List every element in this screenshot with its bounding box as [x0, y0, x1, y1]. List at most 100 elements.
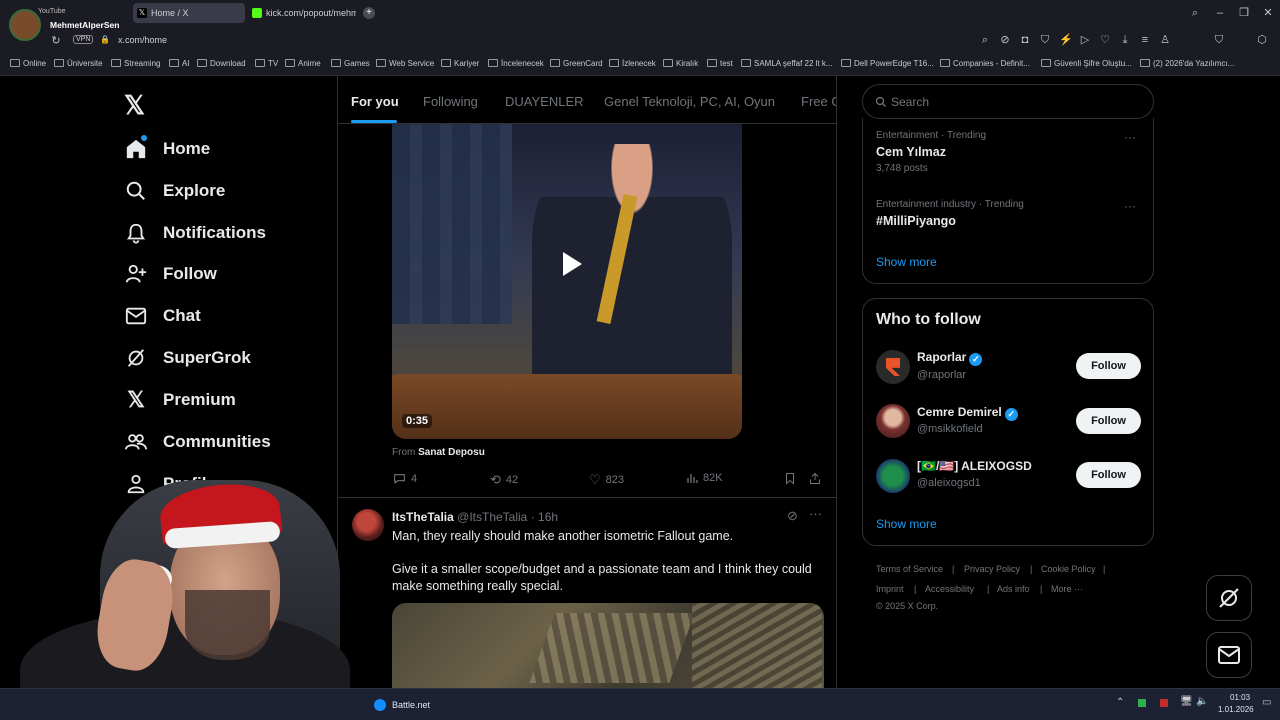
footer-more[interactable]: More ··· — [1051, 584, 1083, 594]
zoom-icon[interactable]: ⌕ — [979, 34, 991, 46]
search-tabs-icon[interactable]: ⌕ — [1189, 7, 1201, 19]
messages-fab[interactable] — [1206, 632, 1252, 678]
nav-home[interactable]: Home — [124, 134, 210, 164]
bookmark-games[interactable]: Games — [331, 59, 370, 68]
bookmark-companies[interactable]: Companies - Definit... — [940, 59, 1030, 68]
clock-date[interactable]: 1.01.2026 — [1218, 705, 1254, 714]
volume-icon[interactable]: 🔈 — [1196, 696, 1208, 707]
trend-item[interactable]: Entertainment · Trending Cem Yılmaz 3,74… — [876, 130, 1141, 180]
user-name[interactable]: Cemre Demirel ✓ — [917, 405, 1018, 421]
author-handle[interactable]: @ItsTheTalia — [457, 510, 527, 524]
bookmark-incelenecek[interactable]: İncelenecek — [488, 59, 544, 68]
camera-icon[interactable]: ◘ — [1019, 34, 1031, 46]
bookmark-ai[interactable]: AI — [169, 59, 190, 68]
bookmark-yazilimci[interactable]: (2) 2026'da Yazılımcı... — [1140, 59, 1234, 68]
follow-button[interactable]: Follow — [1076, 462, 1141, 488]
footer-terms[interactable]: Terms of Service — [876, 564, 943, 574]
bookmark-anime[interactable]: Anime — [285, 59, 321, 68]
post-image[interactable] — [392, 603, 824, 688]
user-name[interactable]: [🇧🇷/🇺🇸] ALEIXOGSD — [917, 459, 1032, 473]
video-player[interactable]: 0:35 — [392, 124, 742, 439]
tab-for-you[interactable]: For you — [351, 94, 399, 109]
tray-red-icon[interactable] — [1160, 699, 1168, 707]
bookmark-tv[interactable]: TV — [255, 59, 278, 68]
play-icon[interactable] — [552, 246, 588, 282]
nav-supergrok[interactable]: SuperGrok — [124, 343, 251, 373]
reply-button[interactable]: 4 — [393, 472, 417, 485]
nav-follow[interactable]: Follow — [124, 259, 217, 289]
tray-app-icon[interactable] — [1138, 699, 1146, 707]
bookmark-dell[interactable]: Dell PowerEdge T16... — [841, 59, 934, 68]
author-name[interactable]: ItsTheTalia — [392, 510, 454, 524]
bookmark-download[interactable]: Download — [197, 59, 246, 68]
search-box[interactable]: Search — [862, 84, 1154, 119]
bookmark-greencard[interactable]: GreenCard — [550, 59, 603, 68]
puzzle-icon[interactable]: ⬡ — [1256, 34, 1268, 46]
footer-imprint[interactable]: Imprint — [876, 584, 904, 594]
bookmark-samla[interactable]: SAMLA şeffaf 22 lt k... — [741, 59, 833, 68]
shield-icon[interactable]: ⛉ — [1039, 34, 1051, 46]
bookmark-universite[interactable]: Üniversite — [54, 59, 103, 68]
nav-explore[interactable]: Explore — [124, 176, 225, 206]
nav-chat[interactable]: Chat — [124, 301, 201, 331]
reload-icon[interactable]: ↻ — [50, 35, 62, 47]
bookmark-button[interactable] — [784, 472, 796, 485]
grok-fab[interactable] — [1206, 575, 1252, 621]
clock-time[interactable]: 01:03 — [1230, 693, 1250, 702]
trend-more-icon[interactable]: ··· — [1124, 130, 1136, 144]
tray-chevron-icon[interactable]: ⌃ — [1116, 697, 1124, 708]
bookmark-kariyer[interactable]: Kariyer — [441, 59, 479, 68]
account-icon[interactable]: ♙ — [1159, 34, 1171, 46]
bolt-icon[interactable]: ⚡ — [1059, 34, 1073, 46]
avatar[interactable] — [876, 404, 910, 438]
trend-item[interactable]: Entertainment industry · Trending #Milli… — [876, 199, 1141, 239]
grok-icon[interactable]: ⊘ — [787, 508, 798, 524]
nav-communities[interactable]: Communities — [124, 427, 271, 457]
from-source-link[interactable]: Sanat Deposu — [418, 447, 485, 458]
bookmark-izlenecek[interactable]: İzlenecek — [609, 59, 656, 68]
bookmark-streaming[interactable]: Streaming — [111, 59, 160, 68]
footer-ads-info[interactable]: Ads info — [997, 584, 1030, 594]
tab-duayenler[interactable]: DUAYENLER — [505, 94, 584, 109]
more-options-icon[interactable]: ··· — [809, 506, 822, 521]
vpn-icon[interactable]: ⊘ — [999, 34, 1011, 46]
footer-cookie[interactable]: Cookie Policy — [1041, 564, 1096, 574]
footer-accessibility[interactable]: Accessibility — [925, 584, 974, 594]
network-icon[interactable]: 🖥 — [1180, 696, 1193, 707]
like-button[interactable]: ♡ 823 — [589, 472, 624, 488]
footer-privacy[interactable]: Privacy Policy — [964, 564, 1020, 574]
avatar[interactable] — [876, 459, 910, 493]
taskbar-app[interactable]: Battle.net — [374, 696, 430, 714]
post-time[interactable]: · 16h — [531, 510, 558, 524]
heart-icon[interactable]: ♡ — [1099, 34, 1111, 46]
new-tab-button[interactable]: + — [363, 7, 375, 19]
play-icon[interactable]: ▷ — [1079, 34, 1091, 46]
x-logo-icon[interactable]: 𝕏 — [124, 90, 145, 121]
bookmark-online[interactable]: Online — [10, 59, 46, 68]
trend-more-icon[interactable]: ··· — [1124, 199, 1136, 213]
avatar[interactable] — [876, 350, 910, 384]
nav-notifications[interactable]: Notifications — [124, 218, 266, 248]
share-button[interactable] — [809, 472, 821, 485]
bookmark-web-service[interactable]: Web Service — [376, 59, 434, 68]
menu-icon[interactable]: ≡ — [1139, 34, 1151, 46]
follow-button[interactable]: Follow — [1076, 408, 1141, 434]
nav-premium[interactable]: 𝕏 Premium — [124, 385, 236, 415]
tab-kick[interactable]: kick.com/popout/mehmet — [248, 3, 356, 23]
repost-button[interactable]: ⟲ 42 — [490, 472, 518, 488]
follow-button[interactable]: Follow — [1076, 353, 1141, 379]
profile-avatar[interactable] — [9, 9, 41, 41]
tab-genel-teknoloji[interactable]: Genel Teknoloji, PC, AI, Oyun — [604, 94, 775, 109]
close-icon[interactable]: ✕ — [1262, 7, 1274, 19]
views-button[interactable]: 82K — [686, 472, 723, 484]
bookmark-sifre[interactable]: Güvenli Şifre Oluştu... — [1041, 59, 1132, 68]
who-to-follow-show-more[interactable]: Show more — [876, 517, 937, 531]
tab-free-games[interactable]: Free G — [801, 94, 836, 109]
tab-following[interactable]: Following — [423, 94, 478, 109]
user-name[interactable]: Raporlar ✓ — [917, 350, 983, 366]
download-icon[interactable]: ⤓ — [1119, 34, 1131, 46]
notification-icon[interactable]: ▭ — [1262, 697, 1271, 708]
maximize-icon[interactable]: ❐ — [1238, 7, 1250, 19]
url-field[interactable]: x.com/home — [118, 35, 167, 45]
minimize-icon[interactable]: – — [1214, 7, 1226, 19]
